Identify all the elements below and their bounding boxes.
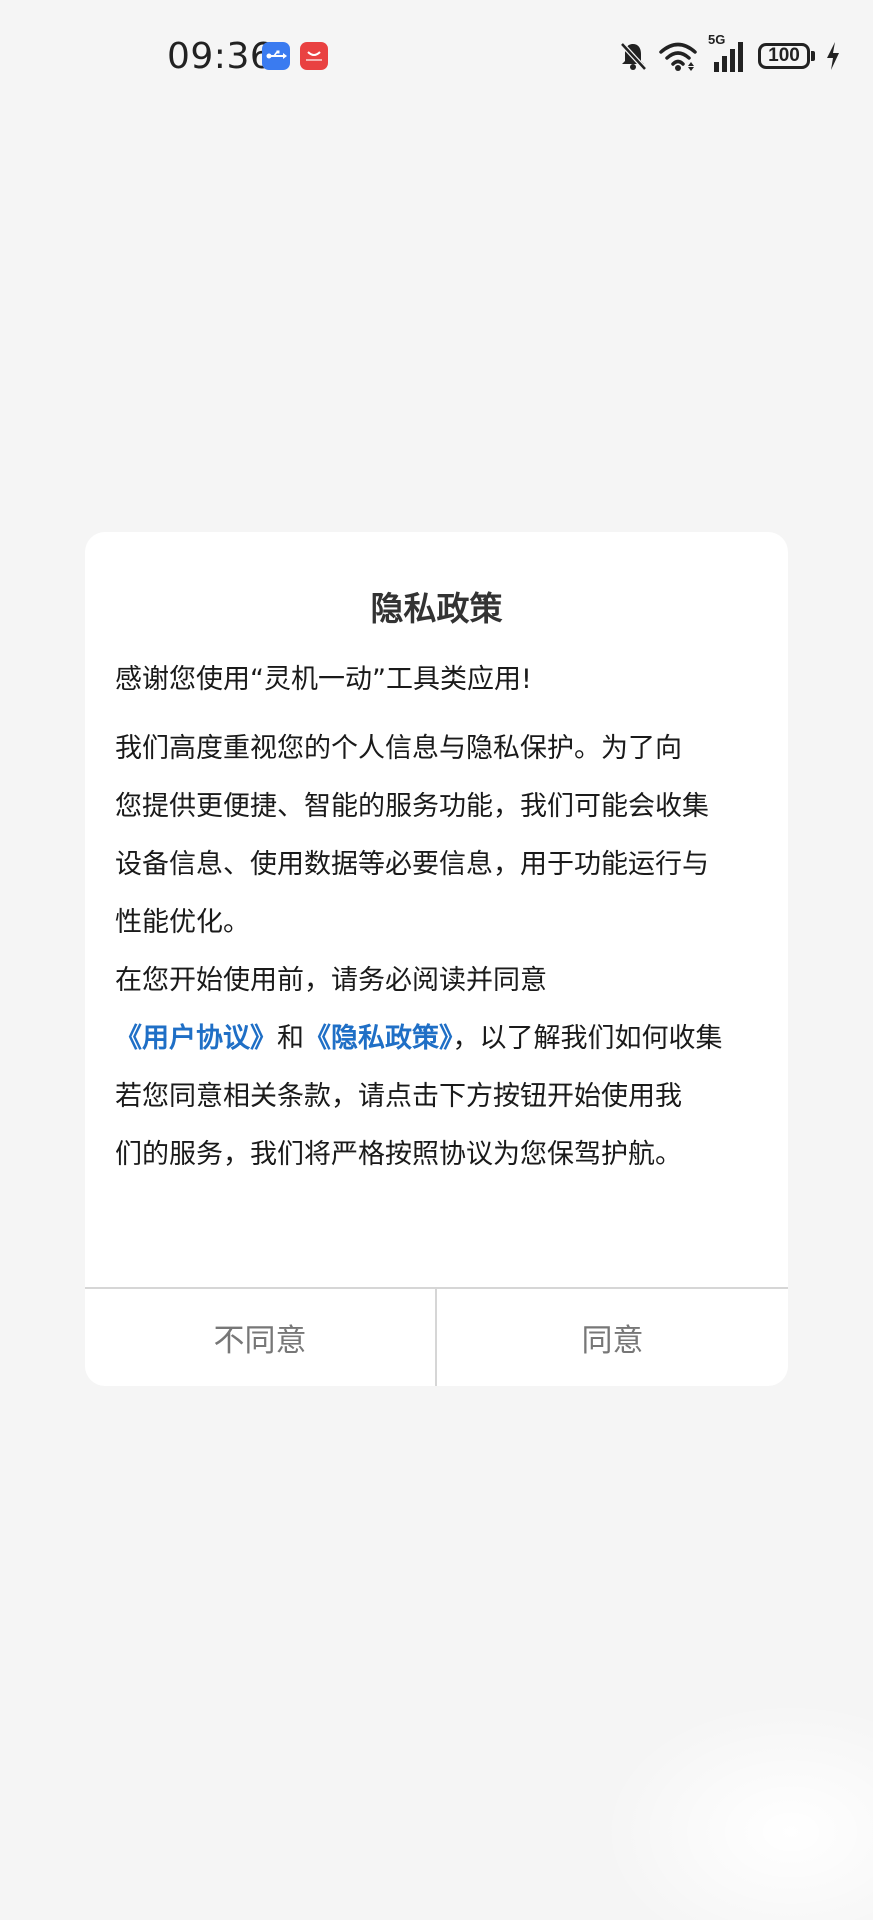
status-time: 09:36	[167, 36, 274, 77]
user-agreement-link[interactable]: 《用户协议》	[115, 1023, 277, 1054]
agree-button[interactable]: 同意	[437, 1289, 788, 1386]
usb-notification-icon	[262, 42, 290, 70]
greeting-text: 感谢您使用“灵机一动”工具类应用!	[115, 664, 532, 695]
background-glow	[600, 1700, 873, 1920]
agreement-tail-text: ，以了解我们如何收集	[452, 1023, 723, 1054]
paragraph-line: 在您开始使用前，请务必阅读并同意	[115, 965, 547, 996]
paragraph-line: 我们高度重视您的个人信息与隐私保护。为了向	[115, 733, 682, 764]
status-bar: 09:36 5G 100	[0, 0, 873, 110]
paragraph-line: 若您同意相关条款，请点击下方按钮开始使用我	[115, 1081, 682, 1112]
dialog-body: 感谢您使用“灵机一动”工具类应用! 我们高度重视您的个人信息与隐私保护。为了向 …	[115, 652, 765, 1184]
paragraph-line: 们的服务，我们将严格按照协议为您保驾护航。	[115, 1139, 682, 1170]
battery-indicator: 100	[758, 43, 815, 69]
paragraph-line: 性能优化。	[115, 907, 250, 938]
data-collection-paragraph: 我们高度重视您的个人信息与隐私保护。为了向 您提供更便捷、智能的服务功能，我们可…	[115, 720, 765, 952]
agreement-links-line: 《用户协议》和《隐私政策》，以了解我们如何收集	[115, 1010, 765, 1068]
mute-bell-icon	[618, 40, 648, 72]
disagree-button[interactable]: 不同意	[85, 1289, 435, 1386]
battery-level: 100	[758, 43, 810, 69]
conjunction-text: 和	[277, 1023, 304, 1054]
cellular-signal-icon: 5G	[708, 32, 748, 74]
privacy-policy-dialog: 隐私政策 感谢您使用“灵机一动”工具类应用! 我们高度重视您的个人信息与隐私保护…	[85, 532, 788, 1386]
paragraph-line: 设备信息、使用数据等必要信息，用于功能运行与	[115, 849, 709, 880]
agreement-paragraph: 在您开始使用前，请务必阅读并同意 《用户协议》和《隐私政策》，以了解我们如何收集…	[115, 952, 765, 1184]
paragraph-line: 您提供更便捷、智能的服务功能，我们可能会收集	[115, 791, 709, 822]
network-type-label: 5G	[708, 32, 726, 47]
charging-bolt-icon	[825, 40, 841, 72]
wifi-icon	[658, 40, 698, 72]
privacy-policy-link[interactable]: 《隐私政策》	[304, 1023, 453, 1054]
app-store-notification-icon	[300, 42, 328, 70]
status-indicators: 5G 100	[618, 32, 841, 76]
dialog-title: 隐私政策	[370, 589, 503, 628]
battery-tip	[811, 51, 815, 61]
